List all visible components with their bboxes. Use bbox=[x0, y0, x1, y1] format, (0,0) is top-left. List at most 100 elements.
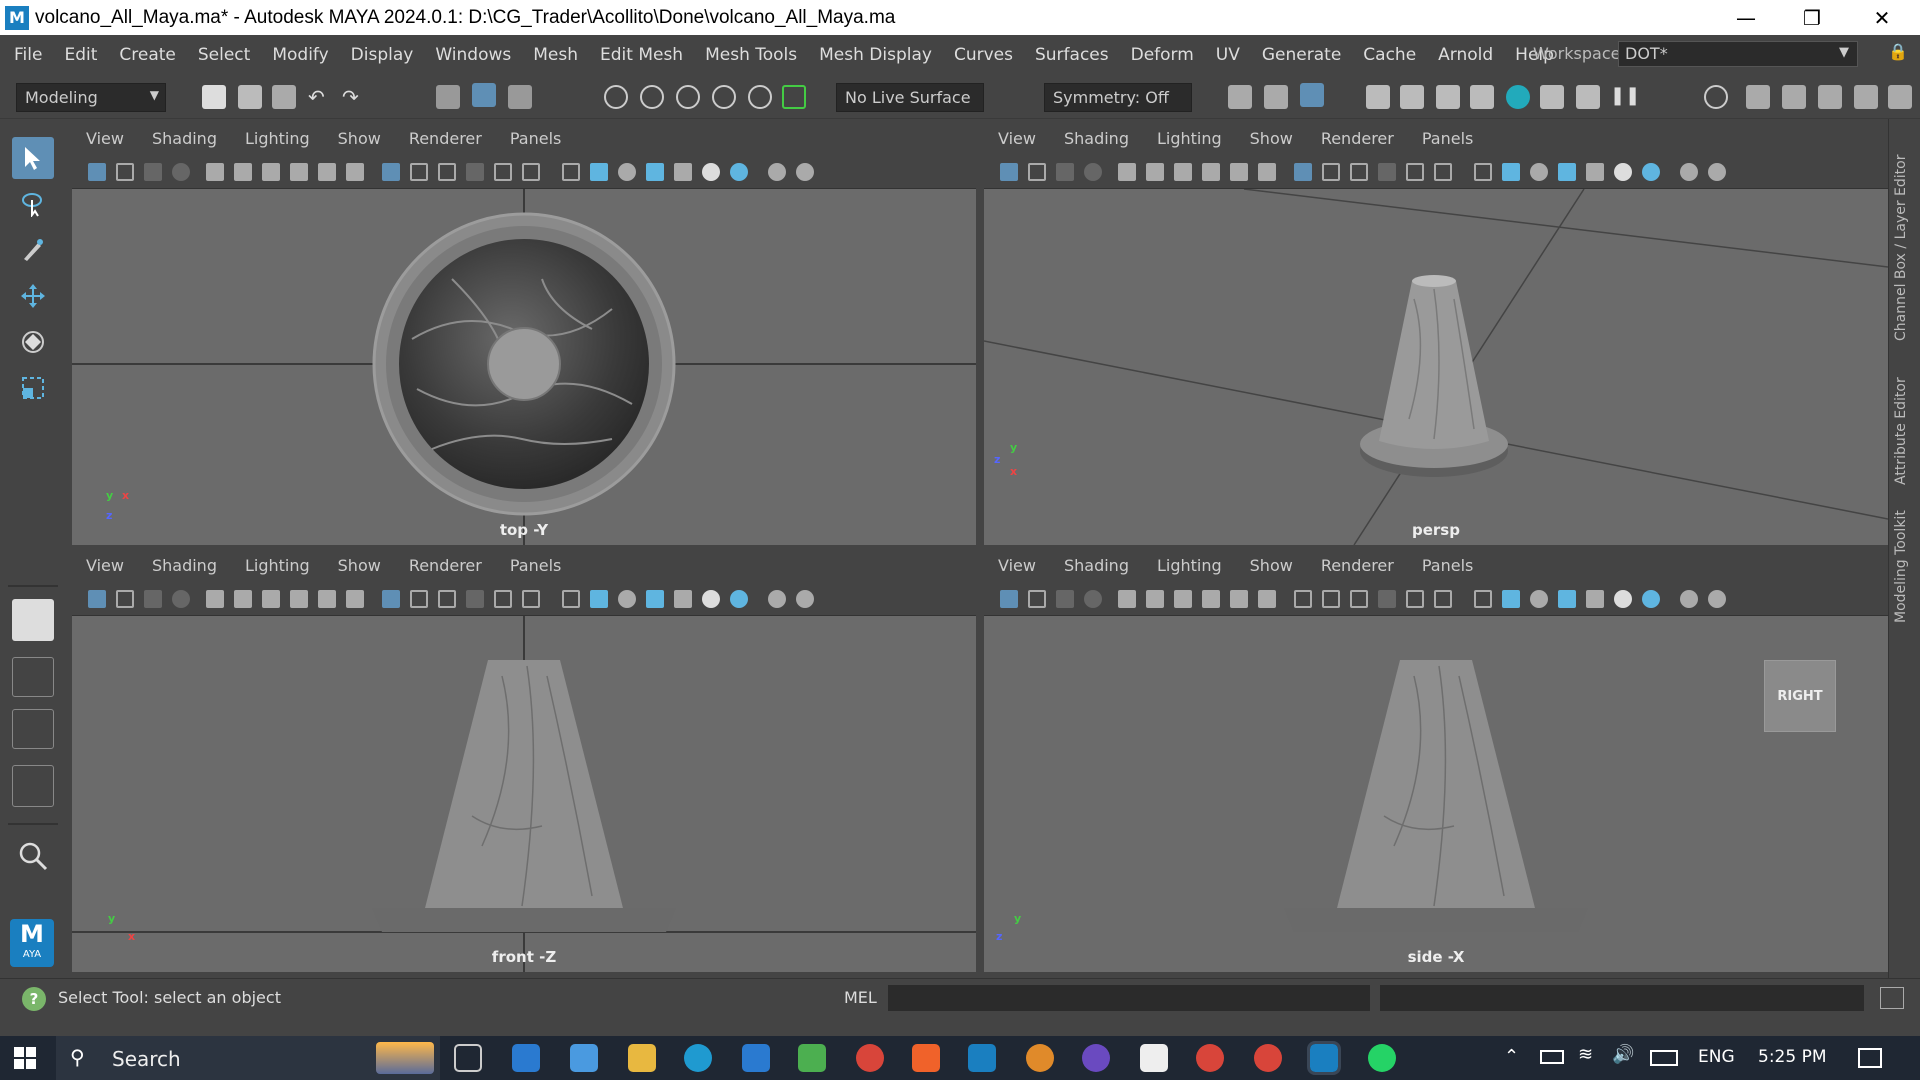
xray-icon[interactable] bbox=[1406, 163, 1424, 181]
use-lights-icon[interactable] bbox=[618, 163, 636, 181]
menu-create[interactable]: Create bbox=[108, 45, 187, 65]
chevron-up-icon[interactable]: ⌃ bbox=[1504, 1046, 1519, 1067]
grid-toggle-icon[interactable] bbox=[382, 163, 400, 181]
scale-tool-icon[interactable] bbox=[12, 367, 54, 409]
layer-editor-icon[interactable] bbox=[1888, 85, 1912, 109]
camera-attributes-icon[interactable] bbox=[116, 163, 134, 181]
snap-view-plane-icon[interactable] bbox=[782, 85, 806, 109]
menu-deform[interactable]: Deform bbox=[1120, 45, 1205, 65]
image-plane-icon[interactable] bbox=[1084, 163, 1102, 181]
smooth-shade-icon[interactable] bbox=[1350, 163, 1368, 181]
menu-arnold[interactable]: Arnold bbox=[1427, 45, 1504, 65]
wireframe-on-shaded-icon[interactable] bbox=[1474, 163, 1492, 181]
wifi-icon[interactable]: ≋ bbox=[1578, 1044, 1593, 1065]
battery-icon[interactable] bbox=[1540, 1050, 1564, 1064]
camera-icon[interactable] bbox=[1118, 163, 1136, 181]
menu-modify[interactable]: Modify bbox=[261, 45, 339, 65]
notification-icon[interactable] bbox=[1858, 1048, 1882, 1068]
select-tool-icon[interactable] bbox=[12, 137, 54, 179]
xray-icon[interactable] bbox=[1406, 590, 1424, 608]
light-bulb-icon[interactable] bbox=[702, 163, 720, 181]
camera-select-icon[interactable] bbox=[1000, 590, 1018, 608]
menu-mesh-display[interactable]: Mesh Display bbox=[808, 45, 943, 65]
vp-menu-lighting[interactable]: Lighting bbox=[1143, 129, 1236, 148]
menu-uv[interactable]: UV bbox=[1205, 45, 1251, 65]
task-view-icon[interactable] bbox=[454, 1044, 482, 1072]
close-button[interactable]: ✕ bbox=[1852, 0, 1912, 35]
wireframe-icon[interactable] bbox=[410, 163, 428, 181]
snap-grid-icon[interactable] bbox=[604, 85, 628, 109]
arnold-ipr-icon[interactable] bbox=[1576, 85, 1600, 109]
file-explorer-icon[interactable] bbox=[628, 1044, 656, 1072]
gate-mask-icon[interactable] bbox=[290, 590, 308, 608]
ambient-occlusion-icon[interactable] bbox=[1586, 163, 1604, 181]
mail-icon[interactable] bbox=[512, 1044, 540, 1072]
store-icon[interactable] bbox=[570, 1044, 598, 1072]
field-chart-icon[interactable] bbox=[1230, 590, 1248, 608]
script-editor-icon[interactable] bbox=[1880, 987, 1904, 1009]
script-language[interactable]: MEL bbox=[844, 988, 877, 1007]
single-pane-layout-icon[interactable] bbox=[12, 599, 54, 641]
shadows-icon[interactable] bbox=[646, 590, 664, 608]
taskbar-search-box[interactable]: ⚲ Search bbox=[56, 1036, 440, 1080]
tool-settings-icon[interactable] bbox=[1782, 85, 1806, 109]
shadows-icon[interactable] bbox=[1558, 590, 1576, 608]
viewport-persp[interactable]: View Shading Lighting Show Renderer Pane… bbox=[984, 121, 1888, 545]
lasso-tool-icon[interactable] bbox=[12, 183, 54, 225]
menuset-dropdown[interactable]: Modeling ▼ bbox=[16, 83, 166, 112]
shadows-icon[interactable] bbox=[646, 163, 664, 181]
viewport-side[interactable]: View Shading Lighting Show Renderer Pane… bbox=[984, 548, 1888, 972]
light-bulb-icon[interactable] bbox=[1614, 163, 1632, 181]
menu-cache[interactable]: Cache bbox=[1352, 45, 1427, 65]
restore-button[interactable]: ❐ bbox=[1782, 0, 1842, 35]
two-pane-layout-icon[interactable] bbox=[12, 709, 54, 749]
menu-select[interactable]: Select bbox=[187, 45, 261, 65]
camera-attributes-icon[interactable] bbox=[1028, 590, 1046, 608]
windows-start-icon[interactable] bbox=[14, 1047, 36, 1069]
vp-menu-view[interactable]: View bbox=[984, 129, 1050, 148]
render-frame-icon[interactable] bbox=[1228, 85, 1252, 109]
vp-menu-panels[interactable]: Panels bbox=[496, 556, 576, 575]
shaded-icon[interactable] bbox=[1502, 163, 1520, 181]
light-bulb-icon[interactable] bbox=[702, 590, 720, 608]
hypershade-icon[interactable] bbox=[1506, 85, 1530, 109]
resolution-gate-icon[interactable] bbox=[262, 590, 280, 608]
shaded-icon[interactable] bbox=[590, 163, 608, 181]
vp-menu-view[interactable]: View bbox=[984, 556, 1050, 575]
select-object-icon[interactable] bbox=[472, 83, 496, 107]
tab-channel-box[interactable]: Channel Box / Layer Editor bbox=[1893, 133, 1909, 341]
render-view-icon[interactable] bbox=[1366, 85, 1390, 109]
symmetry-dropdown[interactable]: Symmetry: Off bbox=[1044, 83, 1192, 112]
vp-menu-panels[interactable]: Panels bbox=[1408, 129, 1488, 148]
wireframe-on-shaded-icon[interactable] bbox=[562, 163, 580, 181]
render-sequence-icon[interactable] bbox=[1264, 85, 1288, 109]
safe-action-icon[interactable] bbox=[1258, 163, 1276, 181]
viewport-top[interactable]: View Shading Lighting Show Renderer Pane… bbox=[72, 121, 976, 545]
volume-icon[interactable]: 🔊 bbox=[1612, 1044, 1634, 1065]
xray-joints-icon[interactable] bbox=[796, 163, 814, 181]
modeling-toolkit-icon[interactable] bbox=[1704, 85, 1728, 109]
image-plane-icon[interactable] bbox=[1084, 590, 1102, 608]
shadows-icon[interactable] bbox=[1558, 163, 1576, 181]
xray-icon[interactable] bbox=[494, 590, 512, 608]
snap-surface-icon[interactable] bbox=[748, 85, 772, 109]
field-chart-icon[interactable] bbox=[318, 163, 336, 181]
vscode-icon[interactable] bbox=[742, 1044, 770, 1072]
render-globals-icon[interactable] bbox=[1470, 85, 1494, 109]
field-chart-icon[interactable] bbox=[318, 590, 336, 608]
gate-mask-icon[interactable] bbox=[1202, 163, 1220, 181]
blender-icon[interactable] bbox=[1026, 1044, 1054, 1072]
tab-attribute-editor[interactable]: Attribute Editor bbox=[1893, 355, 1909, 485]
xray-joints-icon[interactable] bbox=[1708, 163, 1726, 181]
ambient-occlusion-icon[interactable] bbox=[674, 163, 692, 181]
vp-menu-lighting[interactable]: Lighting bbox=[231, 129, 324, 148]
use-lights-icon[interactable] bbox=[1530, 590, 1548, 608]
view-cube[interactable]: RIGHT bbox=[1764, 660, 1836, 732]
camera-select-icon[interactable] bbox=[88, 163, 106, 181]
menu-edit[interactable]: Edit bbox=[53, 45, 108, 65]
snap-curve-icon[interactable] bbox=[640, 85, 664, 109]
field-chart-icon[interactable] bbox=[1230, 163, 1248, 181]
menu-curves[interactable]: Curves bbox=[943, 45, 1024, 65]
vp-menu-show[interactable]: Show bbox=[324, 556, 395, 575]
outliner-layout-icon[interactable] bbox=[12, 765, 54, 807]
